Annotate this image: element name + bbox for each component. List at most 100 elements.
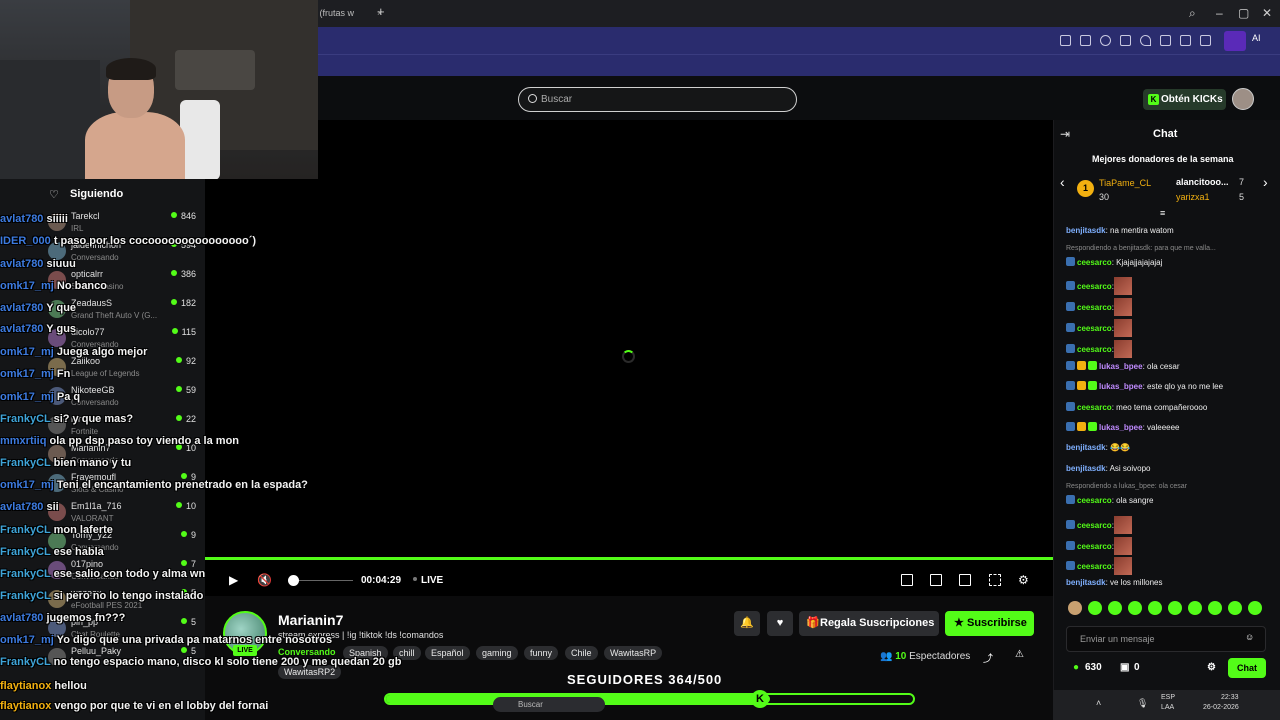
chat-message[interactable]: benjitasdk: 😂😂 (1066, 443, 1130, 452)
chat-username[interactable]: lukas_bpee (1099, 362, 1143, 371)
microphone-icon[interactable]: 🎙 (1137, 698, 1148, 709)
clock-date[interactable]: 26-02-2026 (1203, 704, 1239, 711)
chat-username[interactable]: lukas_bpee (1099, 382, 1143, 391)
chat-message[interactable]: ceesarco: Kjajajjajajajaj (1066, 257, 1162, 267)
chat-message[interactable]: benjitasdk: ve los millones (1066, 578, 1163, 587)
fullscreen-icon[interactable] (989, 574, 1001, 586)
chat-message[interactable]: ceesarco: (1066, 557, 1132, 575)
theater-mode-icon[interactable] (959, 574, 971, 586)
emote-bar[interactable] (1068, 601, 1268, 617)
emote-icon[interactable] (1148, 601, 1162, 615)
live-indicator[interactable]: LIVE (421, 575, 444, 586)
chat-message[interactable]: ceesarco: (1066, 277, 1132, 295)
chat-username[interactable]: benjitasdk (1066, 226, 1106, 235)
chat-message[interactable]: ceesarco: (1066, 537, 1132, 555)
chat-message[interactable]: benjitasdk: Asi soivopo (1066, 464, 1151, 473)
chat-message-input[interactable]: Enviar un mensaje (1066, 626, 1266, 652)
stream-tag[interactable]: Español (425, 646, 470, 660)
chat-username[interactable]: ceesarco (1077, 282, 1112, 291)
chat-username[interactable]: benjitasdk (1066, 464, 1106, 473)
chat-message[interactable]: lukas_bpee: valeeeee (1066, 422, 1180, 432)
emote-icon[interactable] (1128, 601, 1142, 615)
edit-icon[interactable] (1060, 35, 1071, 46)
send-chat-button[interactable]: Chat (1228, 658, 1266, 678)
emote-icon[interactable] (1108, 601, 1122, 615)
donor-name[interactable]: alancitooo... (1176, 177, 1229, 187)
miniplayer-icon[interactable] (901, 574, 913, 586)
subscribe-button[interactable]: ★ Suscribirse (945, 611, 1034, 636)
stream-tag[interactable]: WawitasRP (604, 646, 663, 660)
emote-icon[interactable] (1188, 601, 1202, 615)
emote-icon[interactable] (1168, 601, 1182, 615)
chat-message[interactable]: lukas_bpee: este qlo ya no me lee (1066, 381, 1223, 391)
chat-username[interactable]: ceesarco (1077, 562, 1112, 571)
chat-username[interactable]: ceesarco (1077, 542, 1112, 551)
menu-icon[interactable] (1180, 35, 1191, 46)
chat-username[interactable]: benjitasdk (1066, 443, 1106, 452)
get-kicks-button[interactable]: K Obtén KICKs (1143, 89, 1226, 110)
clip-icon[interactable] (930, 574, 942, 586)
language-indicator[interactable]: ESP (1161, 694, 1175, 701)
stream-tag[interactable]: gaming (476, 646, 518, 660)
play-button[interactable]: ▶ (229, 573, 238, 587)
maximize-icon[interactable]: ▢ (1238, 6, 1249, 20)
camera-icon[interactable] (1080, 35, 1091, 46)
emote-icon[interactable] (1228, 601, 1242, 615)
search-box[interactable]: Buscar (518, 87, 797, 112)
extension-highlight[interactable] (1224, 31, 1246, 51)
stream-tag[interactable]: Chile (565, 646, 598, 660)
chat-message[interactable]: ceesarco: (1066, 340, 1132, 358)
chat-message[interactable]: benjitasdk: na mentira watom (1066, 226, 1174, 235)
volume-slider-handle[interactable] (288, 575, 299, 586)
chevron-left-icon[interactable]: ‹ (1060, 174, 1065, 190)
collapse-chat-icon[interactable]: ⇥ (1060, 127, 1070, 141)
ai-button[interactable]: AI (1252, 33, 1261, 43)
clock-time[interactable]: 22:33 (1221, 694, 1239, 701)
volume-slider[interactable] (293, 580, 353, 581)
taskbar-search[interactable]: Buscar (493, 697, 605, 712)
play-icon[interactable] (1120, 35, 1131, 46)
chat-message[interactable]: ceesarco: (1066, 319, 1132, 337)
stream-tag[interactable]: funny (524, 646, 559, 660)
video-player[interactable] (205, 120, 1053, 560)
heart-icon[interactable] (1140, 35, 1151, 46)
user-avatar[interactable] (1232, 88, 1254, 110)
chat-settings-icon[interactable]: ⚙ (1207, 662, 1216, 673)
chat-username[interactable]: ceesarco (1077, 324, 1112, 333)
gift-subscriptions-button[interactable]: 🎁 Regala Suscripciones (799, 611, 939, 636)
shield-icon[interactable] (1100, 35, 1111, 46)
chat-username[interactable]: ceesarco (1077, 258, 1112, 267)
browser-search-icon[interactable]: ⌕ (1189, 6, 1196, 21)
close-window-icon[interactable]: ✕ (1262, 6, 1272, 20)
notification-bell-button[interactable]: 🔔 (734, 611, 760, 636)
chat-username[interactable]: ceesarco (1077, 521, 1112, 530)
channel-points[interactable]: 630 (1085, 662, 1102, 673)
chat-message[interactable]: ceesarco: meo tema compañeroooo (1066, 402, 1207, 412)
chat-username[interactable]: ceesarco (1077, 303, 1112, 312)
settings-gear-icon[interactable]: ⚙ (1018, 573, 1029, 587)
chat-username[interactable]: ceesarco (1077, 496, 1112, 505)
emoji-icon[interactable]: ☺ (1245, 632, 1254, 642)
chevron-right-icon[interactable]: › (1263, 174, 1268, 190)
download-icon[interactable] (1160, 35, 1171, 46)
channel-name[interactable]: Marianin7 (278, 612, 343, 628)
expand-donors-icon[interactable]: ≡ (1160, 208, 1165, 218)
emote-icon[interactable] (1208, 601, 1222, 615)
gift-count[interactable]: 0 (1134, 662, 1140, 673)
report-icon[interactable]: ⚠ (1015, 649, 1024, 660)
donor-name[interactable]: yarizxa1 (1176, 192, 1210, 202)
new-tab-button[interactable]: + (377, 4, 385, 20)
tray-chevron-icon[interactable]: ˄ (1096, 698, 1101, 708)
emote-icon[interactable] (1068, 601, 1082, 615)
emote-icon[interactable] (1248, 601, 1262, 615)
extensions-icon[interactable] (1200, 35, 1211, 46)
chat-username[interactable]: lukas_bpee (1099, 423, 1143, 432)
chat-message[interactable]: ceesarco: (1066, 298, 1132, 316)
chat-message[interactable]: ceesarco: (1066, 516, 1132, 534)
donor-name[interactable]: TiaPame_CL (1099, 178, 1151, 188)
chat-message[interactable]: lukas_bpee: ola cesar (1066, 361, 1179, 371)
chat-username[interactable]: benjitasdk (1066, 578, 1106, 587)
emote-icon[interactable] (1088, 601, 1102, 615)
mute-button[interactable]: 🔇 (257, 573, 272, 587)
chat-username[interactable]: ceesarco (1077, 403, 1112, 412)
